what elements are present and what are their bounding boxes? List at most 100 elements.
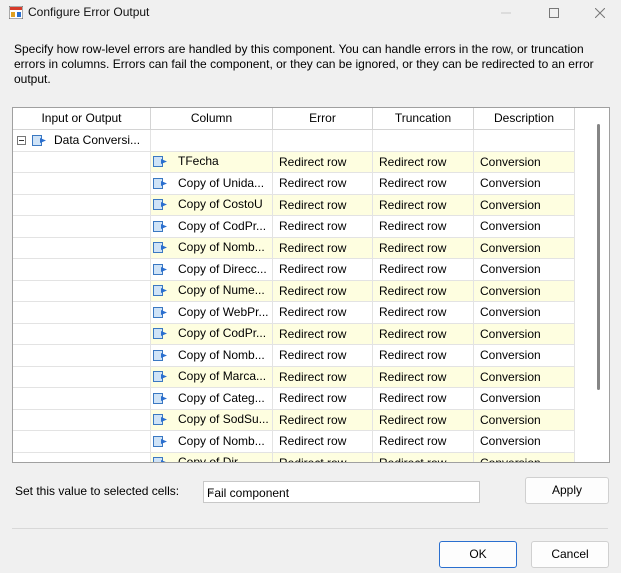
table-row[interactable]: Copy of Direcc... Redirect row Redirect ro… (13, 259, 578, 281)
column-icon (153, 328, 167, 340)
description-cell: Conversion (474, 216, 575, 238)
input-cell (13, 323, 151, 345)
error-cell[interactable]: Redirect row (273, 216, 373, 238)
column-name: Copy of Unida... (178, 175, 265, 190)
table-row[interactable]: Copy of CodPr... Redirect row Redirect row… (13, 323, 578, 345)
truncation-cell[interactable]: Redirect row (373, 194, 474, 216)
truncation-cell[interactable]: Redirect row (373, 366, 474, 388)
error-cell[interactable]: Redirect row (273, 366, 373, 388)
error-cell[interactable]: Redirect row (273, 280, 373, 302)
column-icon (153, 435, 167, 447)
parent-cell[interactable]: Data Conversi... (13, 130, 151, 152)
truncation-cell[interactable]: Redirect row (373, 237, 474, 259)
table-row[interactable]: Copy of Nomb... Redirect row Redirect row C… (13, 237, 578, 259)
set-value-dropdown[interactable]: Fail component ⌄ (203, 481, 480, 503)
table-row[interactable]: Copy of CodPr... Redirect row Redirect row… (13, 216, 578, 238)
table-row[interactable]: Copy of SodSu... Redirect row Redirect row… (13, 409, 578, 431)
error-cell[interactable]: Redirect row (273, 345, 373, 367)
truncation-cell[interactable]: Redirect row (373, 151, 474, 173)
column-cell[interactable]: Copy of Unida... (151, 173, 273, 195)
column-name: Copy of CodPr... (178, 218, 267, 233)
scrollbar-thumb[interactable] (597, 124, 600, 390)
input-cell (13, 388, 151, 410)
collapse-icon[interactable] (17, 136, 26, 146)
truncation-cell[interactable]: Redirect row (373, 431, 474, 453)
column-cell[interactable]: Copy of WebPr... (151, 302, 273, 324)
cancel-button[interactable]: Cancel (531, 541, 609, 568)
error-cell[interactable]: Redirect row (273, 173, 373, 195)
ok-button[interactable]: OK (439, 541, 517, 568)
error-cell[interactable]: Redirect row (273, 409, 373, 431)
column-name: Copy of Categ... (178, 390, 265, 405)
parent-row[interactable]: Data Conversi... (13, 130, 578, 152)
column-cell[interactable]: Copy of Nume... (151, 280, 273, 302)
column-cell[interactable]: Copy of Nomb... (151, 237, 273, 259)
column-cell[interactable]: Copy of Categ... (151, 388, 273, 410)
maximize-button[interactable] (531, 0, 577, 26)
column-cell[interactable]: Copy of Dir... (151, 452, 273, 462)
error-cell[interactable]: Redirect row (273, 388, 373, 410)
truncation-cell[interactable]: Redirect row (373, 388, 474, 410)
table-row[interactable]: TFecha Redirect row Redirect row Conversion (13, 151, 578, 173)
error-cell[interactable]: Redirect row (273, 194, 373, 216)
column-cell[interactable]: Copy of SodSu... (151, 409, 273, 431)
apply-button[interactable]: Apply (525, 477, 609, 504)
error-cell[interactable]: Redirect row (273, 259, 373, 281)
close-button[interactable] (577, 0, 621, 26)
minimize-button[interactable] (483, 0, 529, 26)
description-cell: Conversion (474, 151, 575, 173)
column-icon (153, 263, 167, 275)
column-cell[interactable]: TFecha (151, 151, 273, 173)
header-input-or-output[interactable]: Input or Output (13, 108, 151, 130)
description-cell: Conversion (474, 345, 575, 367)
truncation-cell[interactable]: Redirect row (373, 302, 474, 324)
error-cell[interactable]: Redirect row (273, 151, 373, 173)
header-column[interactable]: Column (151, 108, 273, 130)
description-cell: Conversion (474, 388, 575, 410)
vertical-scrollbar[interactable] (592, 108, 609, 462)
truncation-cell[interactable]: Redirect row (373, 216, 474, 238)
error-cell[interactable]: Redirect row (273, 431, 373, 453)
title-bar: Configure Error Output (0, 0, 621, 26)
truncation-cell[interactable]: Redirect row (373, 173, 474, 195)
truncation-cell[interactable]: Redirect row (373, 409, 474, 431)
error-cell[interactable]: Redirect row (273, 302, 373, 324)
column-cell[interactable]: Copy of CostoU (151, 194, 273, 216)
truncation-cell[interactable]: Redirect row (373, 259, 474, 281)
error-cell[interactable]: Redirect row (273, 323, 373, 345)
header-truncation[interactable]: Truncation (373, 108, 474, 130)
table-row[interactable]: Copy of Marca... Redirect row Redirect row… (13, 366, 578, 388)
table-row[interactable]: Copy of Nume... Redirect row Redirect row C… (13, 280, 578, 302)
input-cell (13, 302, 151, 324)
header-description[interactable]: Description (474, 108, 575, 130)
table-row[interactable]: Copy of CostoU Redirect row Redirect row Co… (13, 194, 578, 216)
column-cell[interactable]: Copy of Nomb... (151, 345, 273, 367)
column-cell[interactable]: Copy of CodPr... (151, 216, 273, 238)
truncation-cell[interactable]: Redirect row (373, 323, 474, 345)
column-icon (153, 242, 167, 254)
column-cell[interactable]: Copy of Marca... (151, 366, 273, 388)
error-cell[interactable]: Redirect row (273, 237, 373, 259)
column-cell[interactable]: Copy of Nomb... (151, 431, 273, 453)
table-row[interactable]: Copy of WebPr... Redirect row Redirect row… (13, 302, 578, 324)
column-cell[interactable]: Copy of CodPr... (151, 323, 273, 345)
truncation-cell[interactable]: Redirect row (373, 280, 474, 302)
minimize-icon (501, 12, 511, 14)
truncation-cell[interactable]: Redirect row (373, 345, 474, 367)
table-row[interactable]: Copy of Categ... Redirect row Redirect row… (13, 388, 578, 410)
column-cell[interactable]: Copy of Direcc... (151, 259, 273, 281)
header-error[interactable]: Error (273, 108, 373, 130)
error-cell[interactable]: Redirect row (273, 452, 373, 462)
input-cell (13, 409, 151, 431)
table-row[interactable]: Copy of Nomb... Redirect row Redirect row C… (13, 345, 578, 367)
table-row[interactable]: Copy of Nomb... Redirect row Redirect row C… (13, 431, 578, 453)
truncation-cell[interactable]: Redirect row (373, 452, 474, 462)
table-row[interactable]: Copy of Unida... Redirect row Redirect row… (13, 173, 578, 195)
table-row[interactable]: Copy of Dir... Redirect row Redirect row Co… (13, 452, 578, 462)
description-cell: Conversion (474, 237, 575, 259)
description-cell: Conversion (474, 280, 575, 302)
column-name: TFecha (178, 154, 219, 169)
description-cell: Conversion (474, 323, 575, 345)
description-cell: Conversion (474, 259, 575, 281)
error-output-grid[interactable]: Input or Output Column Error Truncation … (12, 107, 610, 463)
